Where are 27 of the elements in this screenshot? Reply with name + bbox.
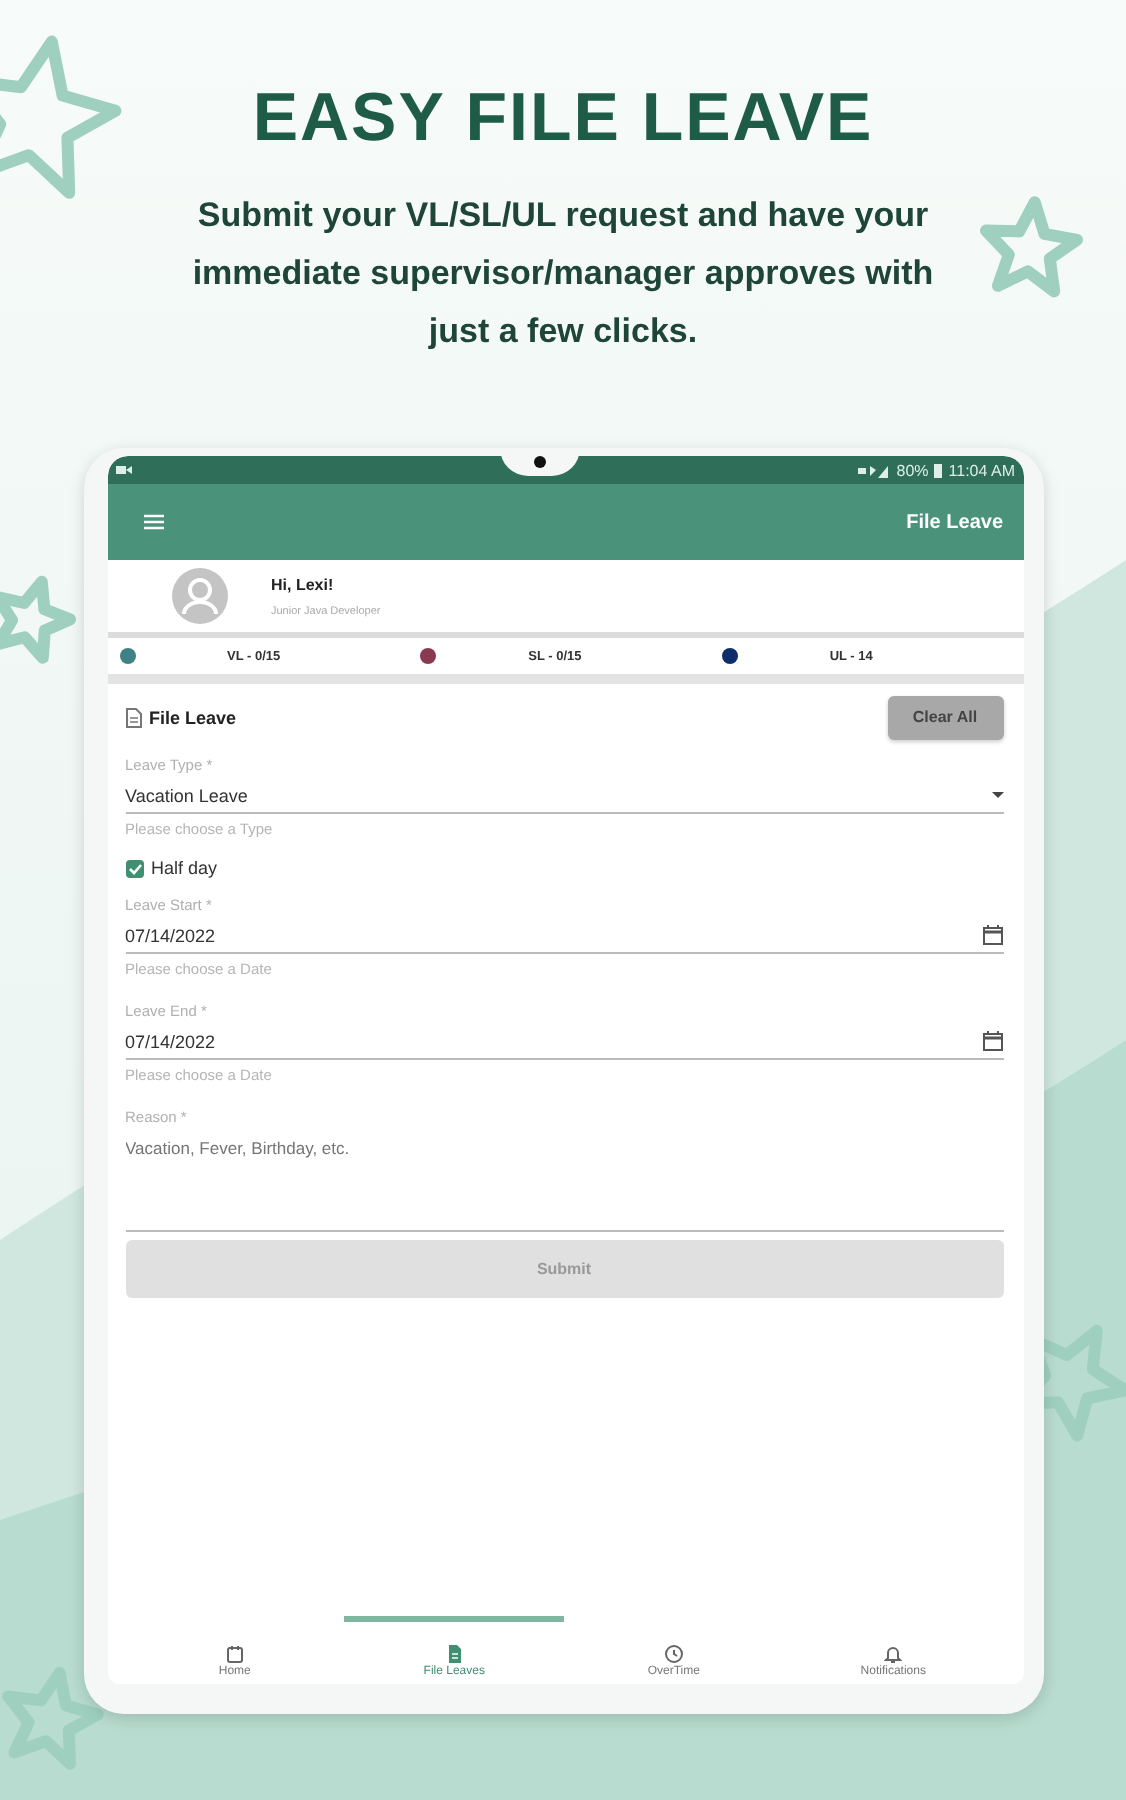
- checkbox[interactable]: [125, 859, 143, 877]
- clock-time: 11:04 AM: [948, 461, 1015, 479]
- clock-icon: [663, 1644, 684, 1664]
- reason-field[interactable]: Vacation, Fever, Birthday, etc.: [125, 1138, 1003, 1232]
- headline: EASY FILE LEAVE: [252, 80, 874, 158]
- camera-icon: [115, 464, 131, 476]
- date-field[interactable]: 07/14/2022: [125, 918, 1003, 954]
- battery-icon: [934, 463, 943, 477]
- battery-level: 80%: [896, 461, 929, 479]
- menu-icon[interactable]: [143, 514, 163, 530]
- subtitle: Submit your VL/SL/UL request and have your immediate supervisor/manager approves with just a few clicks.: [190, 194, 936, 354]
- clear-all-button[interactable]: Clear All: [887, 695, 1003, 739]
- signal-icon: [858, 463, 891, 477]
- calendar-icon: [225, 1644, 244, 1664]
- leave-type-dropdown[interactable]: Vacation Leave: [125, 778, 1003, 814]
- greeting: Hi, Lexi!: [271, 575, 336, 593]
- bell-icon: [884, 1644, 903, 1664]
- form-title: File Leave: [149, 707, 237, 727]
- document-icon: [125, 707, 141, 727]
- calendar-icon[interactable]: [981, 1030, 1003, 1052]
- avatar-icon: [171, 568, 227, 624]
- date-field[interactable]: 07/14/2022: [125, 1024, 1003, 1060]
- caret-icon[interactable]: [991, 791, 1003, 799]
- calendar-icon[interactable]: [981, 924, 1003, 946]
- checkbox-label: Half day: [151, 858, 218, 878]
- app-bar-title: File Leave: [906, 511, 1003, 533]
- document-icon: [445, 1644, 464, 1664]
